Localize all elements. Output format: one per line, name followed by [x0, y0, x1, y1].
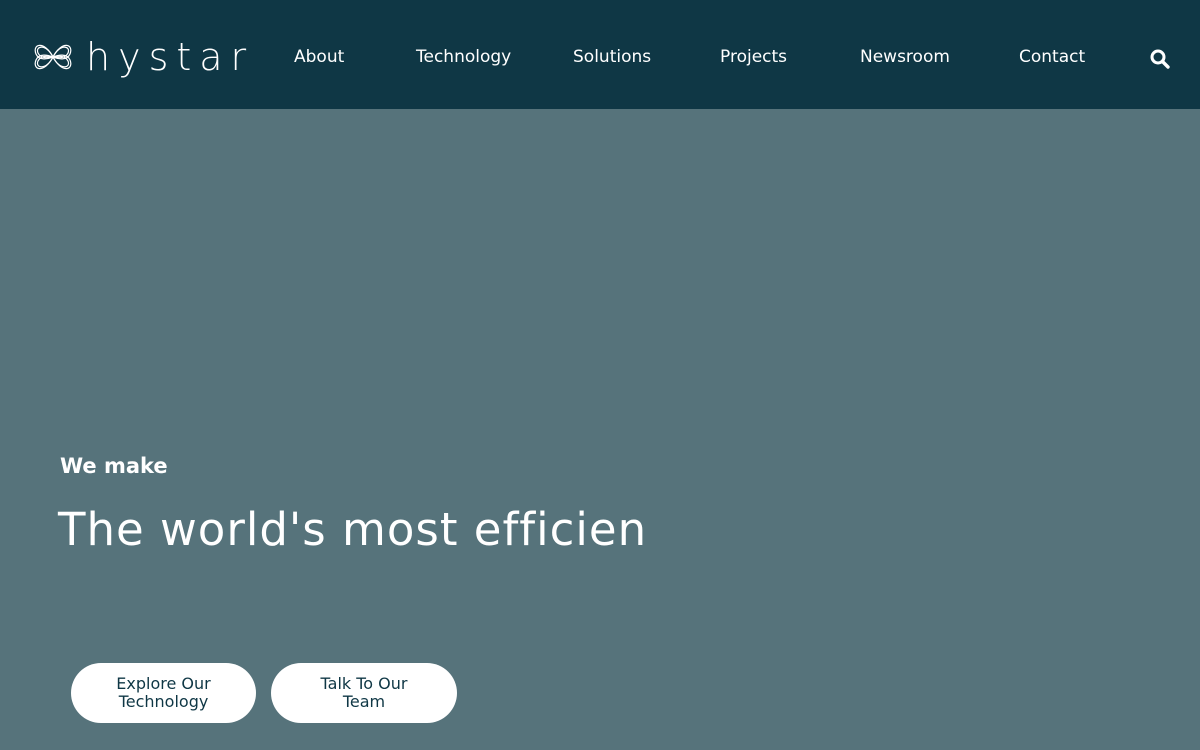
nav-contact[interactable]: Contact — [1019, 46, 1085, 68]
search-icon — [1150, 49, 1170, 69]
hero-headline: The world's most efficien — [58, 503, 648, 556]
talk-to-team-label: Talk To Our Team — [321, 675, 408, 711]
brand-logo[interactable]: hystar — [30, 34, 254, 80]
nav-projects[interactable]: Projects — [720, 46, 787, 68]
button-label-line: Explore Our — [116, 674, 211, 693]
brand-name: hystar — [86, 35, 255, 79]
button-label-line: Technology — [118, 692, 209, 711]
search-button[interactable] — [1149, 48, 1171, 70]
nav-solutions[interactable]: Solutions — [573, 46, 651, 68]
explore-technology-button[interactable]: Explore Our Technology — [71, 663, 256, 723]
nav-about[interactable]: About — [294, 46, 344, 68]
hero-eyebrow: We make — [60, 454, 168, 478]
button-label-line: Team — [342, 692, 386, 711]
clover-logo-icon — [34, 44, 72, 70]
site-header: hystar About Technology Solutions Projec… — [0, 0, 1200, 109]
explore-technology-label: Explore Our Technology — [116, 675, 210, 711]
talk-to-team-button[interactable]: Talk To Our Team — [271, 663, 457, 723]
nav-newsroom[interactable]: Newsroom — [860, 46, 950, 68]
nav-technology[interactable]: Technology — [416, 46, 511, 68]
button-label-line: Talk To Our — [320, 674, 408, 693]
